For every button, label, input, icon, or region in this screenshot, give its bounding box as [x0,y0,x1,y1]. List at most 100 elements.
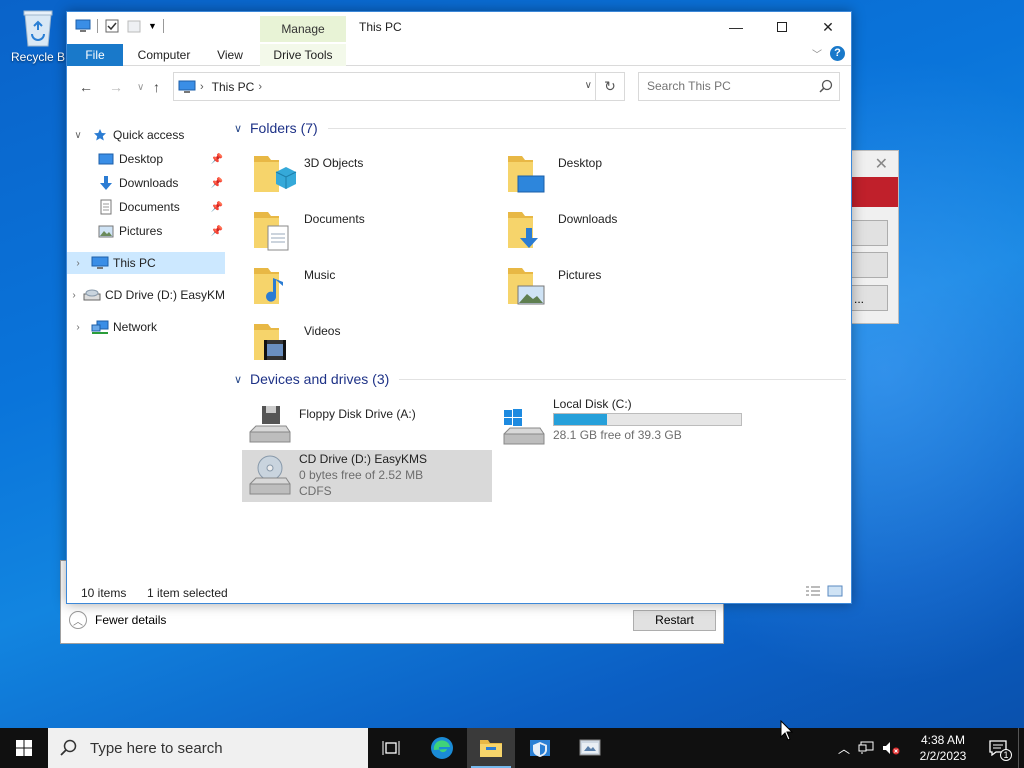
system-clock[interactable]: 4:38 AM 2/2/2023 [908,732,978,764]
address-dropdown-icon[interactable]: ∨ [585,80,592,91]
recycle-bin-shortcut[interactable]: Recycle B [6,8,70,64]
computer-icon [75,19,91,32]
folder-icon [480,740,502,757]
taskbar-app[interactable] [566,728,614,768]
tab-drive-tools[interactable]: Drive Tools [260,44,346,66]
tab-computer[interactable]: Computer [129,44,199,66]
computer-icon [178,80,196,93]
back-arrow-icon[interactable]: ← [79,79,93,95]
folder-name: 3D Objects [304,156,364,170]
selection-count: 1 item selected [147,586,228,600]
pin-icon: 📌 [210,201,223,213]
cd-drive-icon [248,454,292,498]
drive-filesystem: CDFS [299,484,332,498]
drive-local-c[interactable]: Local Disk (C:) 28.1 GB free of 39.3 GB [496,397,746,452]
maximize-button[interactable] [759,12,805,42]
notification-center-button[interactable]: 1 [978,728,1018,768]
drive-name: Floppy Disk Drive (A:) [299,407,416,421]
chevron-right-icon[interactable]: › [71,258,85,269]
taskbar-edge[interactable] [418,728,466,768]
search-input[interactable] [639,73,809,99]
windows-drive-icon [502,404,546,448]
new-folder-icon[interactable] [126,18,142,34]
folder-3d-objects[interactable]: 3D Objects [250,148,500,200]
sidebar-item-cd-drive[interactable]: › CD Drive (D:) EasyKM [67,284,225,306]
sidebar-item-downloads[interactable]: Downloads 📌 [67,172,225,194]
sidebar-item-network[interactable]: › Network [67,316,225,338]
shield-icon [530,740,550,757]
drive-usage-bar [553,413,742,426]
up-arrow-icon[interactable]: ↑ [153,79,160,95]
drive-cd-d[interactable]: CD Drive (D:) EasyKMS 0 bytes free of 2.… [242,450,492,502]
folder-music[interactable]: Music [250,260,500,312]
chevron-down-icon[interactable]: ∨ [234,373,248,386]
folder-name: Downloads [558,212,618,226]
search-box[interactable] [638,72,840,101]
volume-muted-icon[interactable] [882,741,900,755]
fewer-details-label: Fewer details [95,613,167,627]
show-desktop-button[interactable] [1018,728,1024,768]
folder-pictures[interactable]: Pictures [504,260,754,312]
window-title: This PC [359,20,402,34]
properties-icon[interactable] [104,18,120,34]
close-button[interactable]: ✕ [805,12,851,42]
taskbar-file-explorer[interactable] [467,728,515,768]
chevron-up-icon[interactable]: ︿ [838,740,850,757]
chevron-right-icon[interactable]: › [258,81,262,93]
help-icon[interactable]: ? [830,46,845,61]
sidebar-item-desktop[interactable]: Desktop 📌 [67,148,225,170]
devices-group-header[interactable]: ∨ Devices and drives (3) [234,371,846,387]
drive-free-space: 28.1 GB free of 39.3 GB [553,428,682,442]
notification-count-badge: 1 [1000,749,1012,761]
task-view-icon [382,741,400,755]
task-view-button[interactable] [368,728,416,768]
system-tray: ︿ 4:38 AM 2/2/2023 1 [838,728,1024,768]
tab-file[interactable]: File [67,44,123,66]
sidebar-item-pictures[interactable]: Pictures 📌 [67,220,225,242]
sidebar-item-label: Desktop [119,152,164,166]
chevron-right-icon[interactable]: › [71,290,77,301]
folder-name: Pictures [558,268,602,282]
quick-access-toolbar: ▼ [75,18,164,34]
network-status-icon[interactable] [858,741,874,755]
taskbar-search-box[interactable]: Type here to search [48,728,368,768]
sidebar-item-documents[interactable]: Documents 📌 [67,196,225,218]
drive-floppy-a[interactable]: Floppy Disk Drive (A:) [242,400,492,452]
folder-videos[interactable]: Videos [250,316,500,368]
breadcrumb-this-pc[interactable]: This PC [212,80,255,94]
title-bar[interactable]: ▼ Manage This PC — ✕ [67,12,851,42]
folders-group-header[interactable]: ∨ Folders (7) [234,120,846,136]
tab-view[interactable]: View [209,44,251,66]
close-icon[interactable]: ✕ [875,154,888,174]
3d-objects-folder-icon [250,148,298,196]
computer-icon [91,255,109,271]
large-icons-view-icon[interactable] [827,585,843,597]
restart-button[interactable]: Restart [633,610,716,631]
navigation-bar: ← → ∨ ↑ › This PC › ∨ ↻ [67,67,851,107]
recent-locations-icon[interactable]: ∨ [137,82,144,93]
folder-documents[interactable]: Documents [250,204,500,256]
desktop-icon [97,151,115,167]
sidebar-item-label: CD Drive (D:) EasyKM [104,288,225,302]
sidebar-item-this-pc[interactable]: › This PC [67,252,225,274]
expand-ribbon-icon[interactable]: ﹀ [812,46,822,61]
minimize-button[interactable]: — [713,12,759,42]
address-bar[interactable]: › This PC › ∨ ↻ [173,72,625,101]
pictures-folder-icon [504,260,552,308]
folder-name: Videos [304,324,341,338]
group-divider [327,127,846,129]
sidebar-item-quick-access[interactable]: ∨ Quick access [67,124,225,146]
chevron-down-icon[interactable]: ∨ [234,122,248,135]
chevron-down-icon[interactable]: ∨ [71,130,85,141]
fewer-details-toggle[interactable]: ︿ Fewer details [69,611,166,629]
forward-arrow-icon[interactable]: → [109,79,123,95]
folder-downloads[interactable]: Downloads [504,204,754,256]
start-button[interactable] [0,728,48,768]
details-view-icon[interactable] [805,585,821,597]
chevron-right-icon[interactable]: › [71,322,85,333]
refresh-icon[interactable]: ↻ [595,73,624,100]
customize-toolbar-icon[interactable]: ▼ [148,21,157,31]
folder-desktop[interactable]: Desktop [504,148,754,200]
taskbar-security[interactable] [516,728,564,768]
sidebar-item-label: Network [113,320,158,334]
